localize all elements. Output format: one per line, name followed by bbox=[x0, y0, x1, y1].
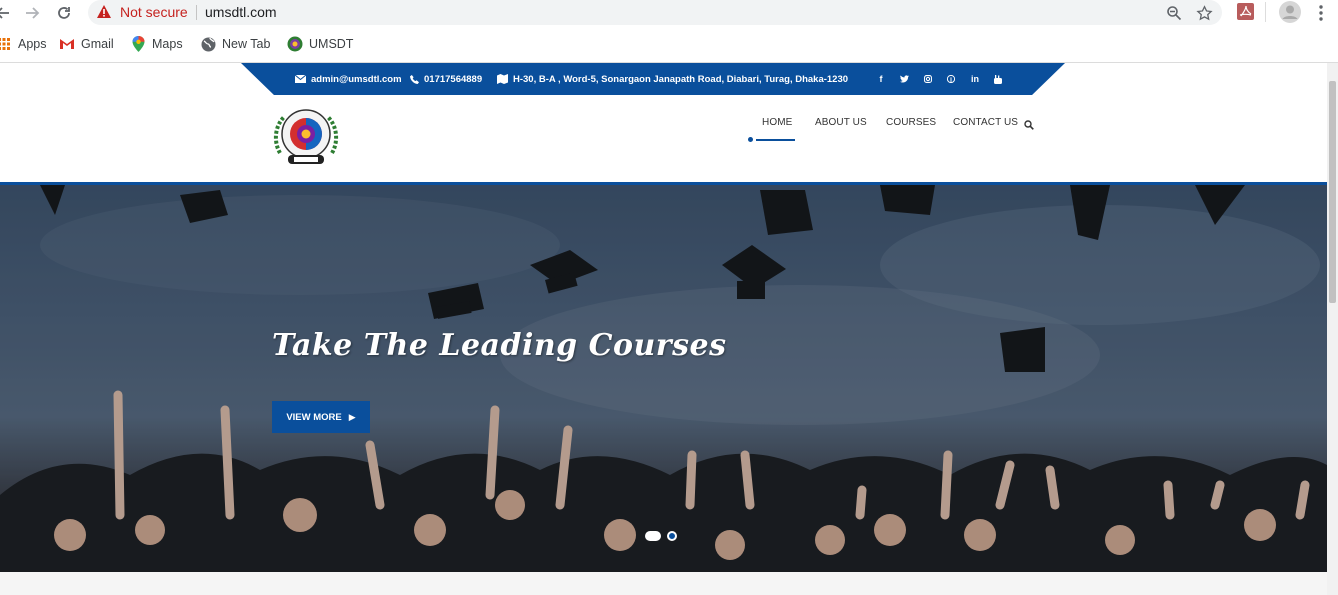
bookmark-label: Gmail bbox=[81, 37, 114, 51]
bookmark-label: New Tab bbox=[222, 37, 271, 51]
zoom-icon[interactable] bbox=[1164, 3, 1184, 23]
scrollbar-thumb[interactable] bbox=[1329, 81, 1336, 303]
forward-arrow-icon bbox=[26, 7, 40, 19]
bookmark-label: Maps bbox=[152, 37, 183, 51]
bookmark-label: UMSDT bbox=[309, 37, 354, 51]
reload-button[interactable] bbox=[53, 2, 75, 24]
menu-about-us[interactable]: ABOUT US bbox=[815, 117, 867, 128]
bookmarks-bar: Apps Gmail Maps New Tab UMSDT bbox=[0, 33, 1338, 55]
globe-icon bbox=[200, 36, 216, 52]
twitter-icon[interactable] bbox=[897, 72, 911, 86]
phone-text: 01717564889 bbox=[424, 73, 483, 85]
email-text: admin@umsdtl.com bbox=[311, 73, 402, 85]
facebook-icon[interactable]: f bbox=[874, 72, 888, 86]
bookmark-star-icon[interactable] bbox=[1194, 3, 1214, 23]
toolbar-divider bbox=[1265, 2, 1266, 22]
menu-courses[interactable]: COURSES bbox=[886, 117, 936, 128]
instagram-icon[interactable] bbox=[921, 72, 935, 86]
back-button[interactable] bbox=[0, 2, 14, 24]
url-text[interactable]: umsdtl.com bbox=[205, 4, 277, 20]
forward-button[interactable] bbox=[21, 2, 43, 24]
menu-active-dot bbox=[748, 137, 753, 142]
menu-home[interactable]: HOME bbox=[762, 117, 792, 128]
warning-triangle-icon[interactable] bbox=[96, 4, 112, 24]
search-icon[interactable] bbox=[1024, 117, 1034, 135]
bookmark-umsdt[interactable]: UMSDT bbox=[287, 33, 353, 55]
gmail-icon bbox=[59, 36, 75, 52]
play-arrow-icon: ▶ bbox=[348, 411, 356, 422]
menu-active-underline bbox=[756, 139, 795, 141]
view-more-button[interactable]: VIEW MORE ▶ bbox=[272, 401, 370, 433]
next-section bbox=[0, 572, 1327, 595]
contact-topbar: admin@umsdtl.com 01717564889 H-30, B-A ,… bbox=[241, 63, 1065, 95]
omnibox-separator bbox=[196, 5, 197, 20]
reload-icon bbox=[58, 7, 70, 19]
envelope-icon bbox=[295, 75, 306, 83]
site-header: HOME ABOUT US COURSES CONTACT US bbox=[0, 95, 1327, 182]
hero-slider: Take The Leading Courses VIEW MORE ▶ bbox=[0, 182, 1327, 572]
linkedin-icon[interactable]: in bbox=[968, 72, 982, 86]
bookmark-new-tab[interactable]: New Tab bbox=[200, 33, 270, 55]
graduation-photo bbox=[0, 185, 1327, 572]
view-more-label: VIEW MORE bbox=[286, 411, 342, 423]
slider-dot-2[interactable] bbox=[667, 531, 677, 541]
umsdt-favicon bbox=[287, 36, 303, 52]
apps-grid-icon bbox=[0, 36, 12, 52]
map-icon bbox=[497, 74, 508, 84]
pdf-extension-icon[interactable] bbox=[1237, 3, 1254, 25]
phone-icon bbox=[410, 74, 419, 84]
umsdtl-logo[interactable] bbox=[272, 105, 340, 169]
browser-chrome: Not secure umsdtl.com Apps Gmail Maps Ne… bbox=[0, 0, 1338, 63]
profile-avatar-icon[interactable] bbox=[1279, 1, 1301, 28]
address-bar[interactable]: Not secure umsdtl.com bbox=[88, 0, 1222, 25]
kebab-menu-icon[interactable] bbox=[1318, 4, 1324, 27]
bookmark-gmail[interactable]: Gmail bbox=[59, 33, 114, 55]
hero-title: Take The Leading Courses bbox=[272, 328, 727, 363]
youtube-icon[interactable] bbox=[991, 72, 1005, 86]
web-page: admin@umsdtl.com 01717564889 H-30, B-A ,… bbox=[0, 63, 1338, 595]
browser-toolbar: Not secure umsdtl.com bbox=[0, 0, 1338, 26]
address-text: H-30, B-A , Word-5, Sonargaon Janapath R… bbox=[513, 73, 849, 85]
menu-contact-us[interactable]: CONTACT US bbox=[953, 117, 1018, 128]
topbar-email[interactable]: admin@umsdtl.com bbox=[295, 72, 402, 86]
pinterest-icon[interactable] bbox=[944, 72, 958, 86]
bookmark-maps[interactable]: Maps bbox=[130, 33, 183, 55]
topbar-address: H-30, B-A , Word-5, Sonargaon Janapath R… bbox=[497, 72, 848, 86]
bookmark-apps[interactable]: Apps bbox=[0, 33, 47, 55]
security-status[interactable]: Not secure bbox=[120, 4, 188, 20]
slider-dot-1[interactable] bbox=[645, 531, 661, 541]
bookmark-label: Apps bbox=[18, 37, 47, 51]
back-arrow-icon bbox=[0, 7, 9, 19]
maps-pin-icon bbox=[130, 36, 146, 52]
topbar-phone[interactable]: 01717564889 bbox=[410, 72, 482, 86]
